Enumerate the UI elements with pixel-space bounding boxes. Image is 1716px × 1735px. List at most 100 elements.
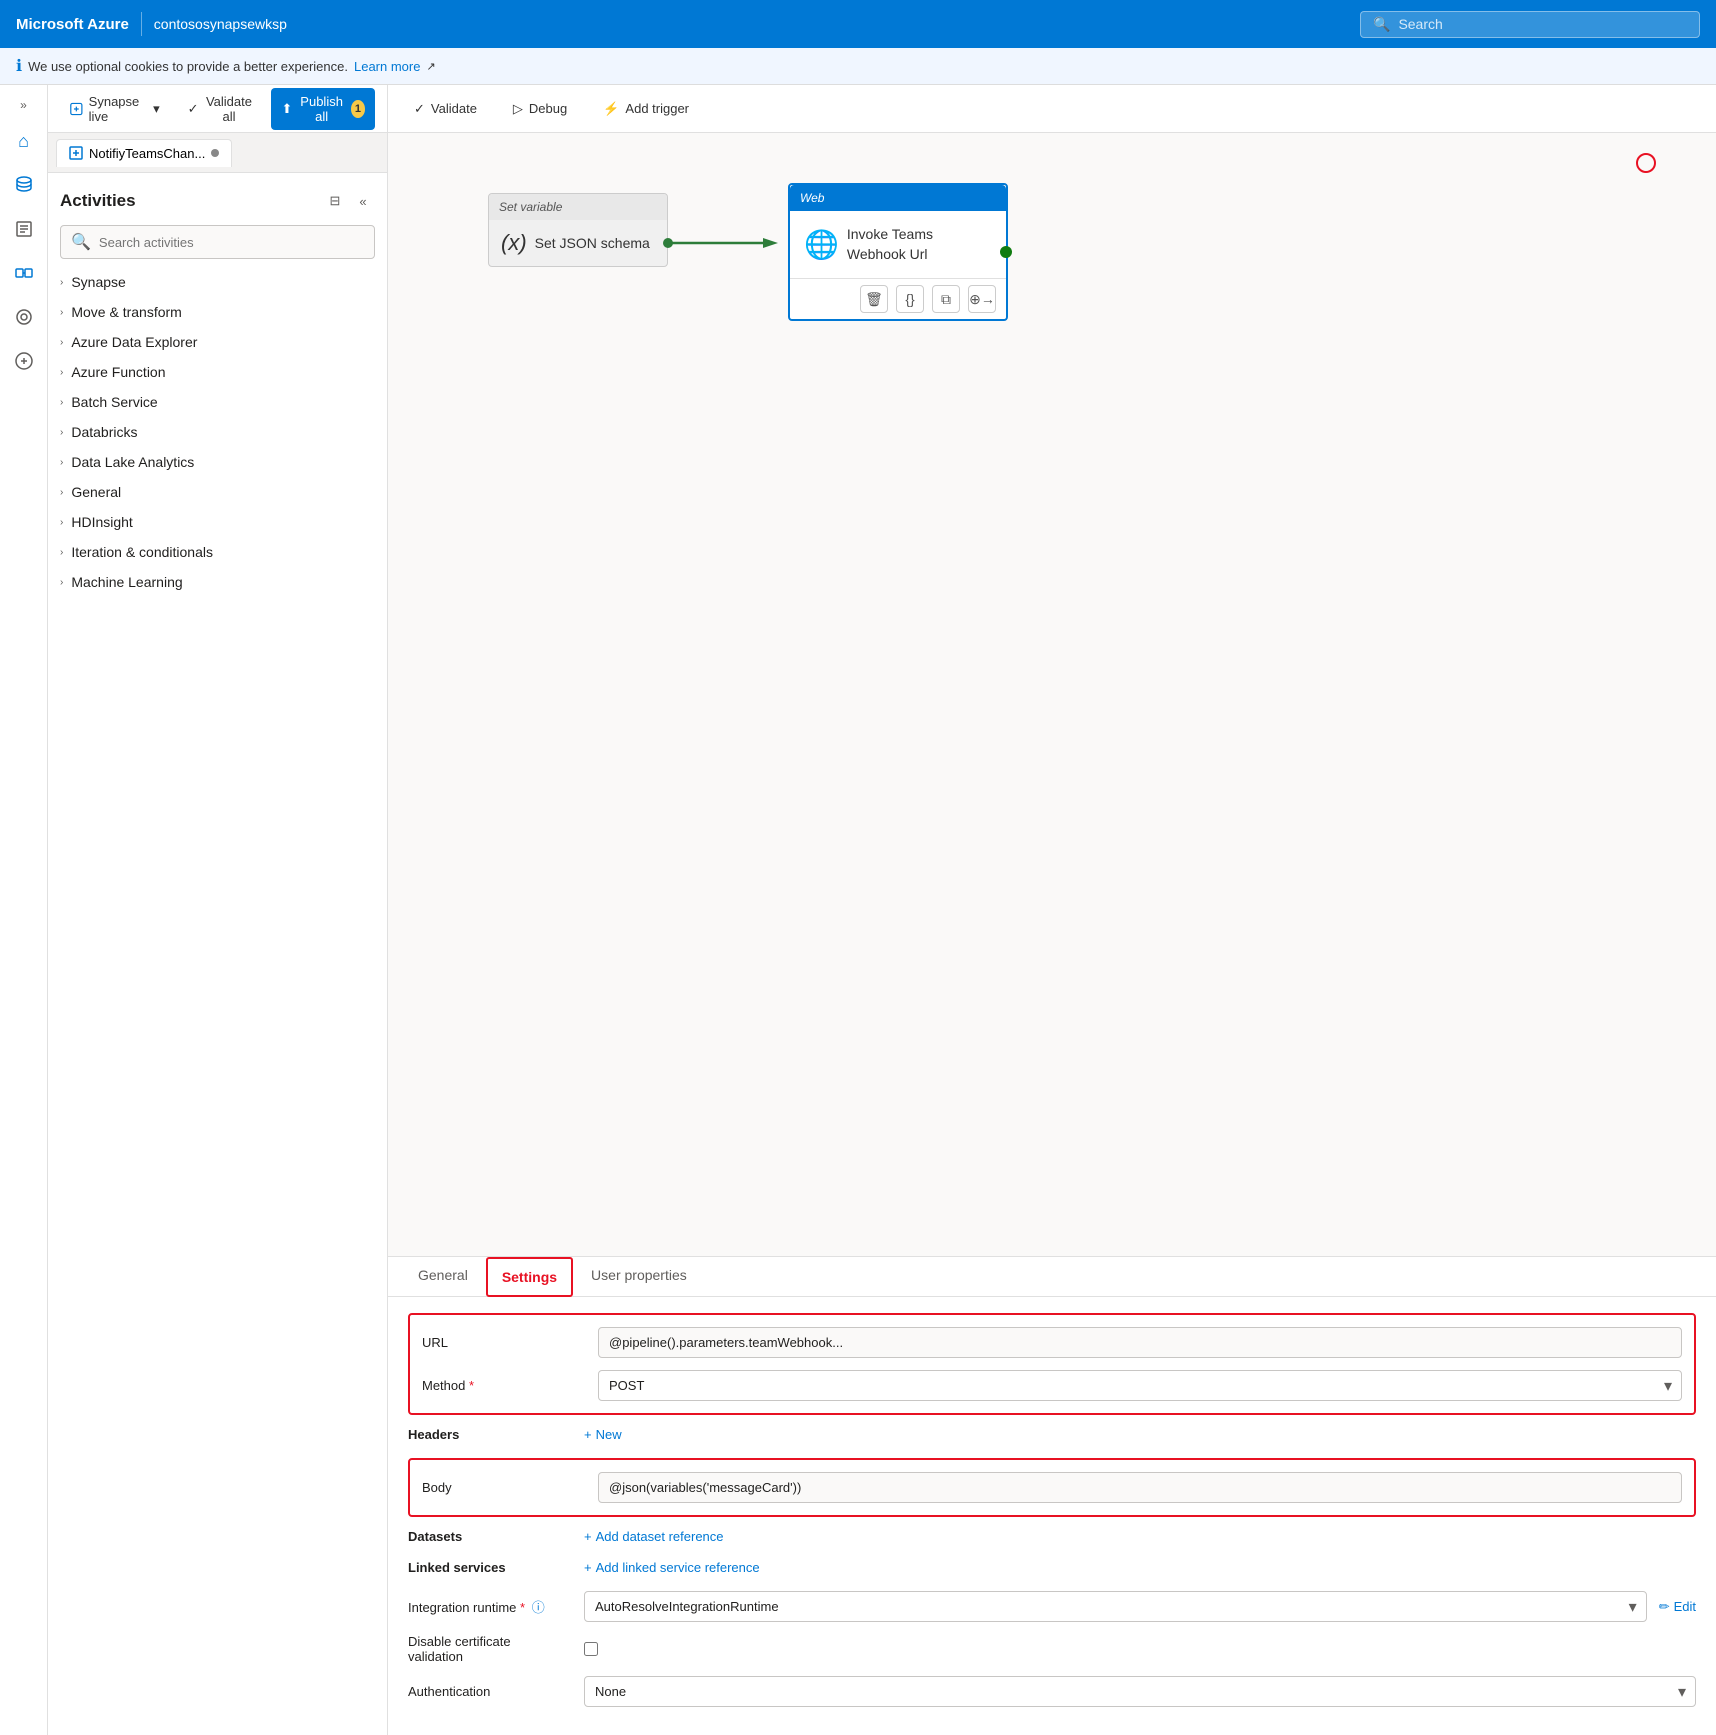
datasets-plus-icon: + — [584, 1529, 592, 1544]
activities-header: Activities ⊟ « — [48, 181, 387, 221]
pipeline-tab-bar: NotifiyTeamsChan... — [48, 133, 387, 173]
move-transform-group-header[interactable]: › Move & transform — [48, 297, 387, 327]
hdinsight-group-header[interactable]: › HDInsight — [48, 507, 387, 537]
cookie-bar: ℹ We use optional cookies to provide a b… — [0, 48, 1716, 85]
set-variable-node-body: (x) Set JSON schema — [489, 220, 667, 266]
databricks-group-header[interactable]: › Databricks — [48, 417, 387, 447]
learn-more-link[interactable]: Learn more — [354, 59, 420, 74]
machine-learning-group-header[interactable]: › Machine Learning — [48, 567, 387, 597]
iteration-conditionals-group-header[interactable]: › Iteration & conditionals — [48, 537, 387, 567]
debug-play-icon: ▷ — [513, 101, 523, 117]
headers-add-link[interactable]: + New — [584, 1427, 622, 1442]
validate-all-button[interactable]: ✓ Validate all — [178, 88, 264, 130]
workspace-panel: Synapse live ▾ ✓ Validate all ⬆ Publish … — [48, 85, 388, 1735]
set-variable-node[interactable]: Set variable (x) Set JSON schema — [488, 193, 668, 267]
headers-add-label: New — [596, 1427, 622, 1442]
settings-tab-label: Settings — [502, 1269, 557, 1285]
datasets-add-link[interactable]: + Add dataset reference — [584, 1529, 724, 1544]
method-select[interactable]: POST GET PUT DELETE PATCH — [598, 1370, 1682, 1401]
nav-develop-button[interactable] — [4, 209, 44, 249]
synapse-group-label: Synapse — [71, 274, 125, 290]
collapse-sidebar-button[interactable]: » — [4, 93, 44, 117]
validate-label: Validate all — [205, 94, 254, 124]
activity-group-databricks: › Databricks — [48, 417, 387, 447]
settings-tab-btn[interactable]: Settings — [486, 1257, 573, 1297]
activity-group-hdinsight: › HDInsight — [48, 507, 387, 537]
body-value-container — [598, 1472, 1682, 1503]
authentication-select-container: None Basic ClientCertificate ManagedServ… — [584, 1676, 1696, 1707]
activity-group-data-lake-analytics: › Data Lake Analytics — [48, 447, 387, 477]
activities-panel: Activities ⊟ « 🔍 › Synapse › Move — [48, 173, 387, 1735]
cookie-text: We use optional cookies to provide a bet… — [28, 59, 348, 74]
cookie-info-icon: ℹ — [16, 56, 22, 76]
nav-home-button[interactable]: ⌂ — [4, 121, 44, 161]
general-group-header[interactable]: › General — [48, 477, 387, 507]
pipeline-tab[interactable]: NotifiyTeamsChan... — [56, 139, 232, 167]
url-method-box: URL Method * POST GET PUT DELETE — [408, 1313, 1696, 1415]
url-input[interactable] — [598, 1327, 1682, 1358]
edit-runtime-button[interactable]: ✏ Edit — [1659, 1599, 1696, 1615]
search-icon: 🔍 — [1373, 16, 1390, 33]
collapse-all-button[interactable]: ⊟ — [323, 189, 347, 213]
main-layout: » ⌂ Synapse live ▾ ✓ Validate — [0, 85, 1716, 1735]
set-variable-icon: (x) — [501, 230, 527, 256]
linked-services-plus-icon: + — [584, 1560, 592, 1575]
activities-controls: ⊟ « — [323, 189, 375, 213]
integration-runtime-select[interactable]: AutoResolveIntegrationRuntime — [584, 1591, 1647, 1622]
expand-panel-button[interactable]: « — [351, 189, 375, 213]
activity-group-azure-data-explorer: › Azure Data Explorer — [48, 327, 387, 357]
integration-runtime-container: AutoResolveIntegrationRuntime ✏ Edit — [584, 1591, 1696, 1622]
method-row: Method * POST GET PUT DELETE PATCH — [422, 1370, 1682, 1401]
publish-all-button[interactable]: ⬆ Publish all 1 — [271, 88, 375, 130]
nav-data-button[interactable] — [4, 165, 44, 205]
external-link-icon: ↗ — [426, 60, 435, 73]
azure-data-explorer-group-header[interactable]: › Azure Data Explorer — [48, 327, 387, 357]
validate-button[interactable]: ✓ Validate — [404, 95, 487, 123]
web-node[interactable]: Web 🌐 Invoke TeamsWebhook Url 🗑 {} ⧉ ⊕→ — [788, 183, 1008, 321]
move-transform-group-label: Move & transform — [71, 304, 181, 320]
azure-data-explorer-chevron: › — [60, 337, 63, 348]
body-input[interactable] — [598, 1472, 1682, 1503]
web-node-delete-button[interactable]: 🗑 — [860, 285, 888, 313]
batch-service-chevron: › — [60, 397, 63, 408]
user-properties-tab[interactable]: User properties — [577, 1257, 701, 1296]
synapse-group-header[interactable]: › Synapse — [48, 267, 387, 297]
web-node-arrow-button[interactable]: ⊕→ — [968, 285, 996, 313]
activities-search-box[interactable]: 🔍 — [60, 225, 375, 259]
red-circle-indicator — [1636, 153, 1656, 173]
content-toolbar: ✓ Validate ▷ Debug ⚡ Add trigger — [388, 85, 1716, 133]
headers-label: Headers — [408, 1427, 568, 1442]
synapse-live-dropdown[interactable]: Synapse live ▾ — [60, 88, 170, 130]
web-node-copy-button[interactable]: ⧉ — [932, 285, 960, 313]
integration-runtime-label: Integration runtime * ⓘ — [408, 1597, 568, 1616]
general-tab[interactable]: General — [404, 1257, 482, 1296]
general-group-label: General — [71, 484, 121, 500]
datasets-add-label: Add dataset reference — [596, 1529, 724, 1544]
authentication-select[interactable]: None Basic ClientCertificate ManagedServ… — [584, 1676, 1696, 1707]
global-search[interactable]: 🔍 Search — [1360, 11, 1700, 38]
move-transform-chevron: › — [60, 307, 63, 318]
iteration-conditionals-group-label: Iteration & conditionals — [71, 544, 213, 560]
activity-group-synapse: › Synapse — [48, 267, 387, 297]
activities-search-input[interactable] — [99, 235, 364, 250]
validate-icon: ✓ — [188, 101, 199, 117]
web-node-label: Invoke TeamsWebhook Url — [847, 225, 933, 264]
data-lake-analytics-group-label: Data Lake Analytics — [71, 454, 194, 470]
hdinsight-group-label: HDInsight — [71, 514, 132, 530]
web-node-params-button[interactable]: {} — [896, 285, 924, 313]
user-properties-tab-label: User properties — [591, 1267, 687, 1283]
linked-services-add-link[interactable]: + Add linked service reference — [584, 1560, 760, 1575]
add-trigger-button[interactable]: ⚡ Add trigger — [593, 95, 699, 123]
nav-manage-button[interactable] — [4, 341, 44, 381]
azure-function-group-header[interactable]: › Azure Function — [48, 357, 387, 387]
iteration-conditionals-chevron: › — [60, 547, 63, 558]
batch-service-group-header[interactable]: › Batch Service — [48, 387, 387, 417]
datasets-row: Datasets + Add dataset reference — [408, 1529, 1696, 1544]
data-lake-analytics-group-header[interactable]: › Data Lake Analytics — [48, 447, 387, 477]
activity-group-machine-learning: › Machine Learning — [48, 567, 387, 597]
data-lake-analytics-chevron: › — [60, 457, 63, 468]
debug-button[interactable]: ▷ Debug — [503, 95, 577, 123]
disable-cert-checkbox[interactable] — [584, 1642, 598, 1656]
nav-monitor-button[interactable] — [4, 297, 44, 337]
nav-integrate-button[interactable] — [4, 253, 44, 293]
